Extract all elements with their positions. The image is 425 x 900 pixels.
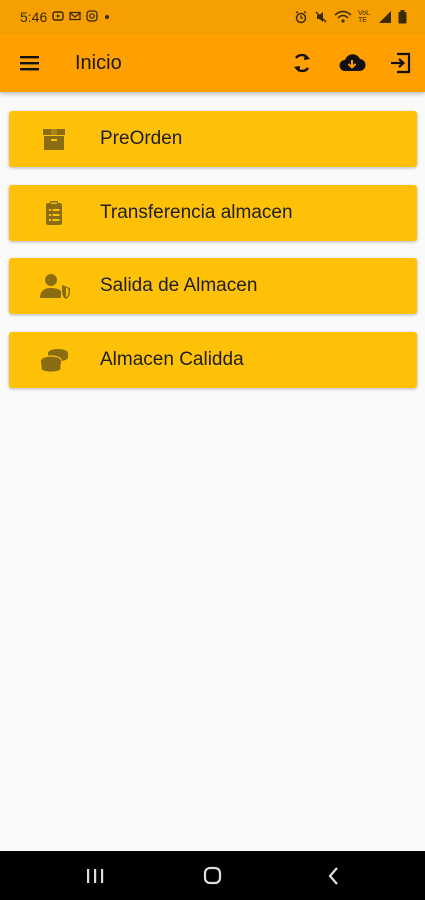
menu-item-label: PreOrden: [100, 128, 183, 149]
signal-icon: [378, 10, 392, 24]
user-shield-icon: [40, 273, 70, 299]
mail-icon: [69, 10, 81, 25]
menu-item-almacen-calidda[interactable]: Almacen Calidda: [9, 331, 417, 388]
battery-icon: [398, 10, 407, 24]
cloud-download-button[interactable]: [338, 50, 366, 76]
mute-icon: [314, 10, 328, 24]
wifi-icon: [334, 10, 352, 24]
whatsapp-icon: [52, 10, 64, 25]
home-icon: [203, 866, 222, 885]
box-icon: [40, 126, 68, 152]
recent-apps-icon: [87, 869, 104, 883]
sync-icon: [294, 53, 310, 73]
system-nav-bar: [0, 851, 425, 900]
status-left: 5:46: [20, 9, 111, 25]
menu-button[interactable]: [18, 51, 42, 75]
logout-icon: [391, 52, 411, 74]
menu-item-label: Salida de Almacen: [100, 275, 258, 296]
home-button[interactable]: [201, 865, 225, 887]
menu-item-label: Transferencia almacen: [100, 201, 293, 223]
dot-icon: [103, 10, 111, 25]
app-bar: Inicio: [0, 34, 425, 92]
coins-icon: [40, 347, 68, 373]
menu-item-preorden[interactable]: PreOrden: [9, 111, 417, 167]
menu-item-label: Almacen Calidda: [100, 348, 244, 370]
back-icon: [328, 867, 338, 885]
logout-button[interactable]: [388, 50, 414, 76]
menu-item-salida-de-almacen[interactable]: Salida de Almacen: [9, 258, 417, 314]
menu-item-transferencia-almacen[interactable]: Transferencia almacen: [9, 184, 417, 241]
sync-button[interactable]: [289, 50, 315, 76]
recent-apps-button[interactable]: [83, 865, 107, 887]
network-label: VoLTE: [358, 10, 371, 24]
back-button[interactable]: [322, 865, 346, 887]
hamburger-icon: [20, 56, 39, 71]
status-time: 5:46: [20, 9, 48, 25]
clipboard-icon: [40, 200, 68, 226]
page-title: Inicio: [75, 52, 122, 74]
cloud-download-icon: [339, 54, 366, 72]
status-right: VoLTE: [294, 10, 407, 24]
status-bar: 5:46 VoLTE: [0, 0, 425, 34]
alarm-icon: [294, 10, 308, 24]
menu-list: PreOrden Transferencia almacen Salida de: [9, 111, 417, 405]
instagram-icon: [86, 9, 98, 25]
